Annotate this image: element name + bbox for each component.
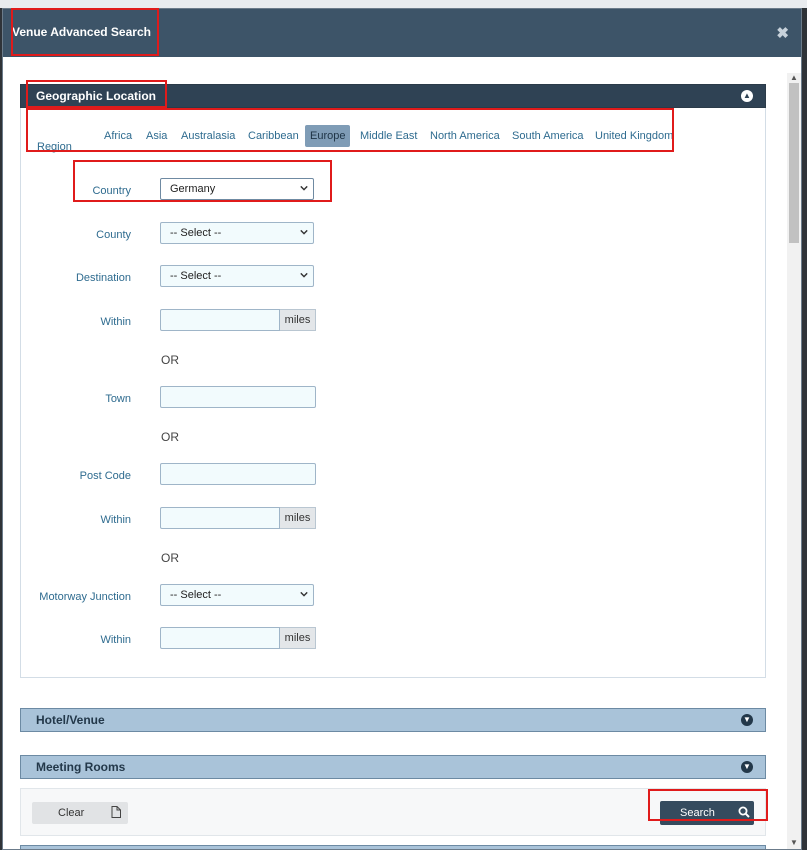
postcode-within-input[interactable] bbox=[160, 507, 280, 529]
scrollbar[interactable]: ▲ ▼ bbox=[787, 73, 801, 849]
postcode-input[interactable] bbox=[160, 463, 316, 485]
geographic-location-title: Geographic Location bbox=[36, 89, 157, 103]
chevron-down-icon bbox=[300, 591, 308, 597]
destination-select[interactable]: -- Select -- bbox=[160, 265, 314, 287]
region-tab-europe[interactable]: Europe bbox=[305, 125, 351, 147]
modal-title: Venue Advanced Search bbox=[12, 25, 151, 39]
hotel-venue-header[interactable]: Hotel/Venue ▼ bbox=[20, 708, 766, 732]
scroll-thumb[interactable] bbox=[789, 83, 799, 243]
search-icon bbox=[738, 806, 750, 818]
chevron-down-icon bbox=[300, 229, 308, 235]
town-input[interactable] bbox=[160, 386, 316, 408]
close-icon[interactable]: ✖ bbox=[776, 24, 789, 42]
search-label: Search bbox=[680, 807, 715, 819]
chevron-up-icon[interactable]: ▲ bbox=[741, 90, 753, 102]
region-tab-south-america[interactable]: South America bbox=[507, 125, 589, 147]
modal-header: Venue Advanced Search ✖ bbox=[3, 9, 801, 57]
meeting-rooms-header[interactable]: Meeting Rooms ▼ bbox=[20, 755, 766, 779]
or-divider: OR bbox=[161, 353, 179, 367]
region-tab-australasia[interactable]: Australasia bbox=[176, 125, 240, 147]
file-icon bbox=[111, 806, 121, 818]
miles-addon: miles bbox=[280, 309, 316, 331]
country-label: Country bbox=[92, 185, 131, 197]
scroll-down-arrow-icon[interactable]: ▼ bbox=[790, 838, 798, 847]
region-tab-caribbean[interactable]: Caribbean bbox=[243, 125, 304, 147]
chevron-down-icon[interactable]: ▼ bbox=[741, 714, 753, 726]
background-top-bar bbox=[0, 0, 807, 8]
chevron-down-icon[interactable]: ▼ bbox=[741, 761, 753, 773]
clear-button[interactable]: Clear bbox=[32, 802, 128, 824]
within-label: Within bbox=[100, 634, 131, 646]
hotel-venue-title: Hotel/Venue bbox=[36, 713, 105, 727]
destination-within-input[interactable] bbox=[160, 309, 280, 331]
county-value: -- Select -- bbox=[170, 227, 222, 239]
junction-within-input[interactable] bbox=[160, 627, 280, 649]
motorway-junction-value: -- Select -- bbox=[170, 589, 222, 601]
county-label: County bbox=[96, 229, 131, 241]
region-tab-asia[interactable]: Asia bbox=[141, 125, 172, 147]
country-value: Germany bbox=[170, 183, 216, 195]
region-label: Region bbox=[37, 141, 72, 153]
or-divider: OR bbox=[161, 551, 179, 565]
region-tab-middle-east[interactable]: Middle East bbox=[355, 125, 422, 147]
next-panel-edge bbox=[20, 845, 766, 849]
meeting-rooms-title: Meeting Rooms bbox=[36, 760, 126, 774]
destination-label: Destination bbox=[75, 272, 131, 284]
country-select[interactable]: Germany bbox=[160, 178, 314, 200]
motorway-junction-select[interactable]: -- Select -- bbox=[160, 584, 314, 606]
action-bar bbox=[20, 788, 766, 836]
modal-body: ▲ ▼ Geographic Location ▲ Region Africa … bbox=[3, 57, 801, 849]
chevron-down-icon bbox=[300, 272, 308, 278]
destination-value: -- Select -- bbox=[170, 270, 222, 282]
or-divider: OR bbox=[161, 430, 179, 444]
region-tab-north-america[interactable]: North America bbox=[425, 125, 505, 147]
region-tab-united-kingdom[interactable]: United Kingdom bbox=[590, 125, 678, 147]
clear-label: Clear bbox=[58, 807, 85, 819]
geographic-location-header[interactable]: Geographic Location ▲ bbox=[20, 84, 766, 108]
within-label: Within bbox=[100, 316, 131, 328]
motorway-junction-label: Motorway Junction bbox=[39, 591, 131, 603]
postcode-label: Post Code bbox=[79, 470, 131, 482]
miles-addon: miles bbox=[280, 627, 316, 649]
within-label: Within bbox=[100, 514, 131, 526]
advanced-search-modal: Venue Advanced Search ✖ ▲ ▼ Geographic L… bbox=[2, 8, 802, 850]
town-label: Town bbox=[105, 393, 131, 405]
geographic-location-body bbox=[20, 108, 766, 678]
scroll-up-arrow-icon[interactable]: ▲ bbox=[790, 73, 798, 82]
region-tab-africa[interactable]: Africa bbox=[99, 125, 137, 147]
county-select[interactable]: -- Select -- bbox=[160, 222, 314, 244]
miles-addon: miles bbox=[280, 507, 316, 529]
search-button[interactable]: Search bbox=[660, 801, 754, 825]
chevron-down-icon bbox=[300, 185, 308, 191]
